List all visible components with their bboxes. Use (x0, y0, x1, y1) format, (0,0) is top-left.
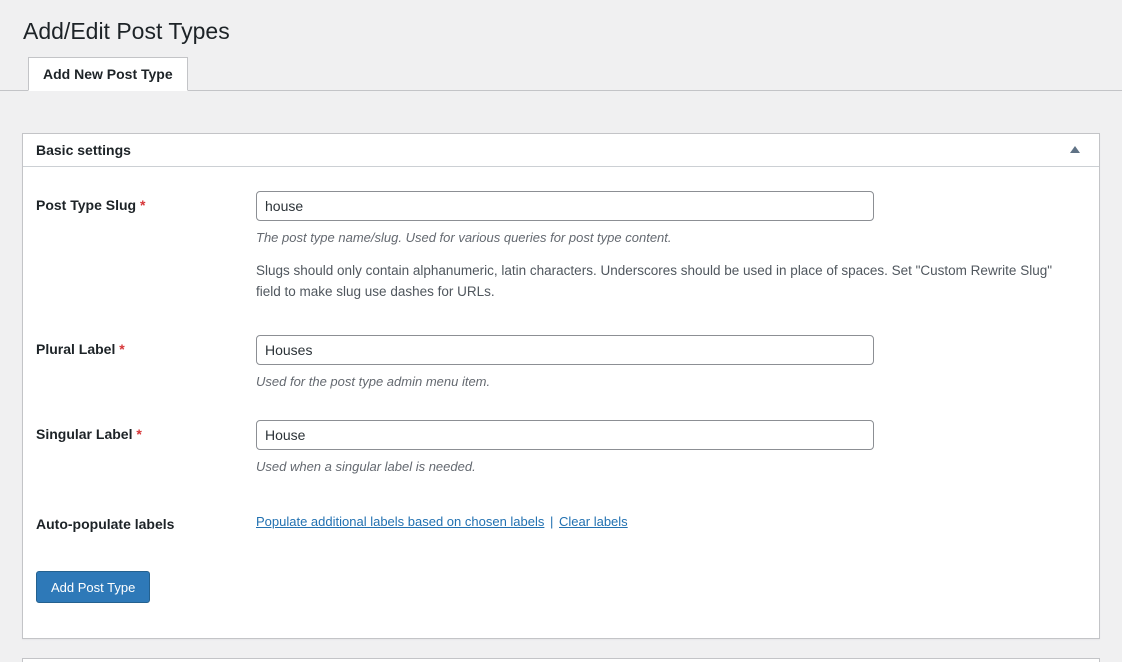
post-type-slug-note: Slugs should only contain alphanumeric, … (256, 261, 1071, 303)
label-text: Auto-populate labels (36, 516, 174, 532)
clear-labels-link[interactable]: Clear labels (559, 514, 628, 529)
required-marker: * (136, 426, 141, 442)
chevron-up-icon (1070, 146, 1080, 153)
post-type-slug-help: The post type name/slug. Used for variou… (256, 230, 1086, 246)
add-post-type-button[interactable]: Add Post Type (36, 571, 150, 603)
auto-populate-links: Populate additional labels based on chos… (256, 510, 1086, 532)
collapse-panel-button[interactable] (1064, 142, 1086, 157)
post-type-slug-field-area: The post type name/slug. Used for variou… (256, 191, 1086, 303)
label-text: Plural Label (36, 341, 115, 357)
basic-settings-panel-header[interactable]: Basic settings (23, 134, 1099, 167)
form-row-plural-label: Plural Label * Used for the post type ad… (36, 335, 1086, 390)
form-row-auto-populate: Auto-populate labels Populate additional… (36, 510, 1086, 532)
singular-label-input[interactable] (256, 420, 874, 450)
page-title: Add/Edit Post Types (0, 0, 1122, 46)
plural-label-field-area: Used for the post type admin menu item. (256, 335, 1086, 390)
panel-title: Basic settings (36, 142, 131, 158)
label-text: Post Type Slug (36, 197, 136, 213)
basic-settings-panel-body: Post Type Slug * The post type name/slug… (23, 167, 1099, 639)
submit-row: Add Post Type (36, 571, 1086, 603)
plural-label-input[interactable] (256, 335, 874, 365)
singular-label-field-area: Used when a singular label is needed. (256, 420, 1086, 475)
post-type-slug-label: Post Type Slug * (36, 191, 256, 303)
singular-label-label: Singular Label * (36, 420, 256, 475)
label-text: Singular Label (36, 426, 132, 442)
required-marker: * (119, 341, 124, 357)
post-type-slug-input[interactable] (256, 191, 874, 221)
tab-add-new-post-type[interactable]: Add New Post Type (28, 57, 188, 91)
required-marker: * (140, 197, 145, 213)
tab-bar: Add New Post Type (0, 57, 1122, 91)
populate-labels-link[interactable]: Populate additional labels based on chos… (256, 514, 544, 529)
plural-label-help: Used for the post type admin menu item. (256, 374, 1086, 390)
next-panel-top-edge (22, 658, 1100, 662)
auto-populate-label: Auto-populate labels (36, 510, 256, 532)
basic-settings-panel: Basic settings Post Type Slug * The post… (22, 133, 1100, 640)
form-row-singular-label: Singular Label * Used when a singular la… (36, 420, 1086, 475)
link-separator: | (548, 514, 555, 529)
form-row-post-type-slug: Post Type Slug * The post type name/slug… (36, 191, 1086, 303)
plural-label-label: Plural Label * (36, 335, 256, 390)
singular-label-help: Used when a singular label is needed. (256, 459, 1086, 475)
